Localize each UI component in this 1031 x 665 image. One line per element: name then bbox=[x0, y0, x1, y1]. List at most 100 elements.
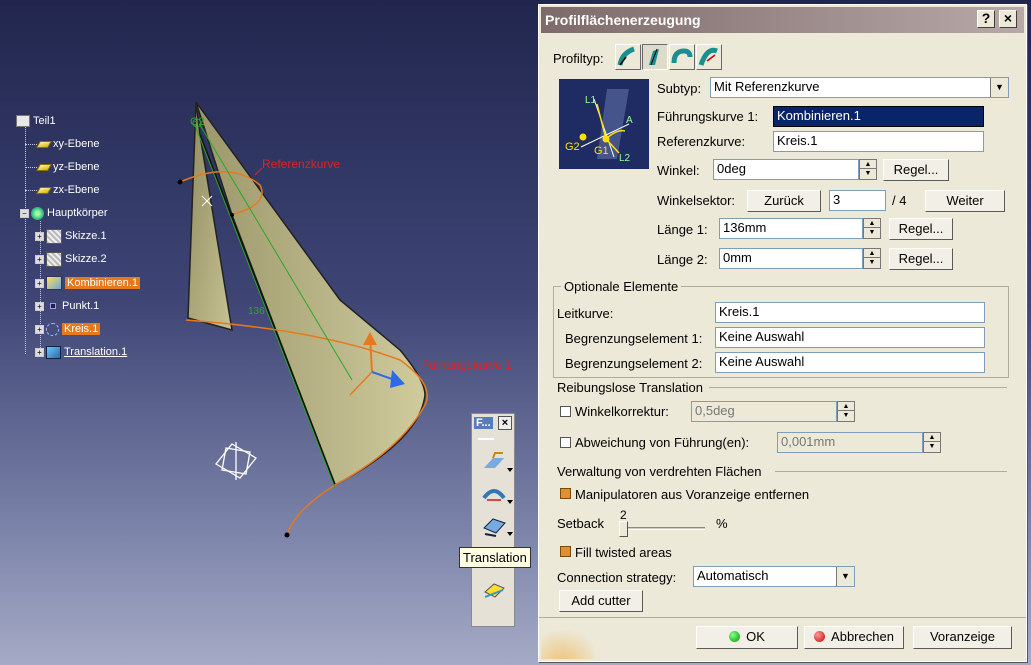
body-icon bbox=[31, 206, 44, 220]
tree-item-circle-1[interactable]: + Kreis.1 bbox=[35, 321, 101, 337]
tree-item-main-body[interactable]: − Hauptkörper bbox=[20, 205, 108, 221]
guide-curve-field[interactable]: Kombinieren.1 bbox=[773, 106, 984, 127]
revolve-surface-button[interactable] bbox=[481, 482, 513, 506]
preview-g1-label: G1 bbox=[594, 145, 609, 157]
tree-item-translation-1[interactable]: + Translation.1 bbox=[35, 344, 127, 360]
remove-manipulators-checkbox[interactable] bbox=[560, 488, 571, 499]
angle-correction-spinner[interactable]: ▲ ▼ bbox=[837, 401, 855, 422]
toolbar-close-button[interactable]: × bbox=[498, 416, 512, 430]
setback-slider-handle[interactable] bbox=[619, 521, 628, 537]
plane-icon bbox=[35, 163, 53, 171]
next-sector-button[interactable]: Weiter bbox=[925, 190, 1005, 212]
angle-correction-label: Winkelkorrektur: bbox=[575, 404, 669, 419]
spine-label: Leitkurve: bbox=[557, 306, 614, 321]
reference-curve-label: Referenzkurve bbox=[262, 157, 341, 171]
length-2-spinner[interactable]: ▲ ▼ bbox=[863, 248, 881, 269]
spin-up-icon[interactable]: ▲ bbox=[864, 249, 880, 258]
tree-item-combine-1[interactable]: + Kombinieren.1 bbox=[35, 275, 140, 291]
chevron-down-icon[interactable]: ▼ bbox=[990, 78, 1008, 97]
tree-item-xy-plane[interactable]: xy-Ebene bbox=[35, 136, 99, 152]
sector-number-field[interactable]: 3 bbox=[829, 190, 886, 211]
tree-item-sketch-2[interactable]: + Skizze.2 bbox=[35, 251, 107, 267]
spin-down-icon[interactable]: ▼ bbox=[924, 442, 940, 451]
angle-correction-checkbox[interactable] bbox=[560, 406, 571, 417]
revolve-icon bbox=[482, 489, 506, 501]
fill-button[interactable] bbox=[481, 578, 507, 602]
floating-toolbar[interactable]: F... × bbox=[471, 413, 515, 627]
length-2-law-button[interactable]: Regel... bbox=[889, 248, 953, 270]
angle-spinner[interactable]: ▲ ▼ bbox=[859, 159, 877, 180]
spine-field[interactable]: Kreis.1 bbox=[715, 302, 985, 323]
relimiter-2-field[interactable]: Keine Auswahl bbox=[715, 352, 985, 373]
help-button[interactable]: ? bbox=[977, 10, 995, 28]
preview-button[interactable]: Voranzeige bbox=[913, 626, 1012, 649]
deviation-spinner[interactable]: ▲ ▼ bbox=[923, 432, 941, 453]
tree-item-yz-plane[interactable]: yz-Ebene bbox=[35, 159, 99, 175]
expand-icon[interactable]: + bbox=[35, 278, 44, 288]
tree-root[interactable]: Teil1 bbox=[16, 113, 56, 129]
spin-down-icon[interactable]: ▼ bbox=[864, 258, 880, 267]
toolbar-title-bar[interactable]: F... × bbox=[472, 414, 514, 432]
chevron-down-icon[interactable]: ▼ bbox=[836, 567, 854, 586]
expand-icon[interactable]: + bbox=[35, 231, 44, 241]
cancel-button[interactable]: Abbrechen bbox=[804, 626, 904, 649]
angle-field[interactable]: 0deg bbox=[713, 159, 859, 180]
spin-down-icon[interactable]: ▼ bbox=[860, 169, 876, 178]
plane-icon bbox=[35, 186, 53, 194]
specification-tree: Teil1 xy-Ebene yz-Ebene zx-Ebene − Haupt… bbox=[10, 108, 160, 368]
deviation-field[interactable]: 0,001mm bbox=[777, 432, 923, 453]
spin-up-icon[interactable]: ▲ bbox=[860, 160, 876, 169]
smooth-sweep-separator bbox=[709, 387, 1007, 388]
tree-item-sketch-1[interactable]: + Skizze.1 bbox=[35, 228, 107, 244]
setback-label: Setback bbox=[557, 516, 604, 531]
tree-item-zx-plane[interactable]: zx-Ebene bbox=[35, 182, 99, 198]
setback-slider-track[interactable] bbox=[619, 527, 705, 530]
relimiter-1-field[interactable]: Keine Auswahl bbox=[715, 327, 985, 348]
dialog-title-bar[interactable]: Profilflächenerzeugung bbox=[541, 7, 1024, 33]
profile-type-line-button[interactable] bbox=[642, 44, 668, 70]
spin-up-icon[interactable]: ▲ bbox=[924, 433, 940, 442]
length-1-spinner[interactable]: ▲ ▼ bbox=[863, 218, 881, 239]
deviation-checkbox[interactable] bbox=[560, 437, 571, 448]
spin-down-icon[interactable]: ▼ bbox=[838, 411, 854, 420]
connection-strategy-select[interactable]: Automatisch ▼ bbox=[693, 566, 855, 587]
relimiter-1-label: Begrenzungselement 1: bbox=[565, 331, 703, 346]
offset-surface-button[interactable] bbox=[481, 514, 513, 538]
dialog-title: Profilflächenerzeugung bbox=[545, 12, 701, 28]
axis-compass-icon[interactable] bbox=[215, 442, 257, 480]
reference-curve-field-label: Referenzkurve: bbox=[657, 134, 746, 149]
deviation-label: Abweichung von Führung(en): bbox=[575, 435, 750, 450]
expand-icon[interactable]: + bbox=[35, 324, 44, 334]
angle-law-button[interactable]: Regel... bbox=[883, 159, 949, 181]
tree-item-point-1[interactable]: + Punkt.1 bbox=[35, 298, 99, 314]
length-1-field[interactable]: 136mm bbox=[719, 218, 863, 239]
translation-icon bbox=[46, 345, 61, 359]
plane-icon bbox=[35, 140, 53, 148]
length-1-law-button[interactable]: Regel... bbox=[889, 218, 953, 240]
close-button[interactable]: × bbox=[999, 10, 1017, 28]
angle-correction-field[interactable]: 0,5deg bbox=[691, 401, 837, 422]
fill-twisted-checkbox[interactable] bbox=[560, 546, 571, 557]
sweep-dialog[interactable]: Profilflächenerzeugung ? × Profiltyp: L1… bbox=[538, 4, 1027, 662]
spin-up-icon[interactable]: ▲ bbox=[864, 219, 880, 228]
expand-icon[interactable]: + bbox=[35, 347, 44, 357]
profile-type-conic-button[interactable] bbox=[696, 44, 722, 70]
spin-down-icon[interactable]: ▼ bbox=[864, 228, 880, 237]
extrude-icon bbox=[484, 452, 504, 468]
previous-sector-button[interactable]: Zurück bbox=[747, 190, 821, 212]
profile-type-circle-button[interactable] bbox=[669, 44, 695, 70]
length-2-field[interactable]: 0mm bbox=[719, 248, 863, 269]
add-cutter-button[interactable]: Add cutter bbox=[559, 590, 643, 612]
reference-curve-field[interactable]: Kreis.1 bbox=[773, 131, 984, 152]
subtype-select[interactable]: Mit Referenzkurve ▼ bbox=[710, 77, 1009, 98]
collapse-icon[interactable]: − bbox=[20, 208, 29, 218]
preview-l2-label: L2 bbox=[619, 153, 631, 164]
ok-button[interactable]: OK bbox=[696, 626, 798, 649]
setback-value: 2 bbox=[620, 508, 627, 522]
spin-up-icon[interactable]: ▲ bbox=[838, 402, 854, 411]
profile-type-explicit-button[interactable] bbox=[615, 44, 641, 70]
subtype-preview-image: L1 L2 G2 G1 A bbox=[559, 79, 649, 169]
extrude-surface-button[interactable] bbox=[481, 450, 513, 474]
expand-icon[interactable]: + bbox=[35, 254, 44, 264]
expand-icon[interactable]: + bbox=[35, 301, 44, 311]
